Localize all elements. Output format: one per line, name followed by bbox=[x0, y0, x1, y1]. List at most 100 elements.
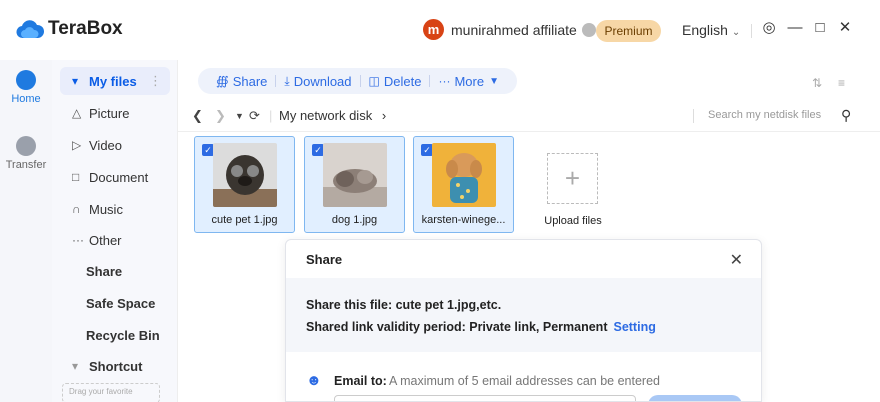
list-view-icon[interactable]: ≡ bbox=[838, 76, 845, 90]
caret-down-icon: ▾ bbox=[72, 359, 79, 373]
video-icon: ▷ bbox=[72, 138, 82, 152]
divider bbox=[751, 24, 752, 38]
caret-down-icon: ▾ bbox=[72, 74, 79, 88]
more-icon: ··· bbox=[438, 74, 451, 88]
file-name[interactable]: dog 1.jpg bbox=[305, 214, 404, 226]
language-label: English bbox=[682, 22, 728, 38]
email-field[interactable] bbox=[334, 395, 636, 401]
dialog-title: Share bbox=[306, 252, 343, 267]
email-hint: A maximum of 5 email addresses can be en… bbox=[389, 374, 660, 388]
other-icon: ··· bbox=[72, 233, 84, 247]
sidebar-item-label: Share bbox=[86, 263, 123, 279]
caret-down-icon: ▼ bbox=[489, 75, 499, 87]
avatar[interactable]: m bbox=[423, 19, 444, 40]
sidebar-item-shortcut[interactable]: ▾ Shortcut bbox=[60, 352, 170, 380]
sidebar-item-label: Picture bbox=[89, 105, 130, 121]
sidebar-item-label: Shortcut bbox=[89, 358, 143, 374]
search-input[interactable]: Search my netdisk files bbox=[708, 109, 821, 121]
plus-icon[interactable]: + bbox=[547, 153, 598, 204]
file-thumbnail bbox=[213, 143, 277, 207]
email-label: Email to: bbox=[334, 374, 387, 388]
sidebar-item-label: My files bbox=[89, 73, 137, 89]
file-name[interactable]: karsten-winege... bbox=[414, 214, 513, 226]
minimize-icon[interactable]: — bbox=[787, 18, 803, 38]
sidebar-item-label: Other bbox=[89, 232, 122, 248]
rail-item-transfer[interactable]: Transfer bbox=[0, 136, 52, 171]
drag-hint-text: Drag your favorite bbox=[69, 387, 133, 396]
premium-button[interactable]: Premium bbox=[596, 20, 661, 42]
sidebar-item-safe-space[interactable]: Safe Space bbox=[60, 289, 170, 317]
close-icon[interactable]: ✕ bbox=[837, 18, 853, 38]
share-file-text: Share this file: cute pet 1.jpg,etc. bbox=[306, 298, 502, 312]
trash-icon: ◫ bbox=[368, 74, 380, 88]
drag-favorite-area[interactable]: Drag your favorite bbox=[62, 383, 160, 402]
close-icon[interactable]: ✕ bbox=[730, 250, 743, 270]
sidebar-item-label: Recycle Bin bbox=[86, 327, 160, 343]
music-icon: ∩ bbox=[72, 202, 81, 216]
username[interactable]: munirahmed affiliate bbox=[451, 22, 577, 38]
file-item[interactable]: ✓ karsten-winege... bbox=[413, 136, 514, 233]
sleeping-dog-image bbox=[323, 143, 387, 207]
left-rail: Home Transfer bbox=[0, 60, 52, 402]
settings-icon[interactable]: ◎ bbox=[761, 18, 777, 38]
history-dropdown-icon[interactable]: ▼ bbox=[235, 111, 244, 121]
rail-item-home[interactable]: Home bbox=[0, 70, 52, 105]
terabox-logo-icon bbox=[16, 20, 44, 39]
refresh-icon[interactable]: ⟳ bbox=[249, 108, 260, 124]
sidebar-item-other[interactable]: ··· Other bbox=[60, 226, 170, 254]
app-name: TeraBox bbox=[48, 18, 123, 39]
sidebar-item-label: Video bbox=[89, 137, 123, 153]
delete-button[interactable]: ◫ Delete bbox=[361, 74, 430, 89]
sidebar-item-video[interactable]: ▷ Video bbox=[60, 131, 170, 159]
maximize-icon[interactable]: □ bbox=[812, 18, 828, 38]
download-label: Download bbox=[293, 73, 352, 89]
sort-icon[interactable]: ⇅ bbox=[812, 76, 822, 90]
sidebar-item-picture[interactable]: △ Picture bbox=[60, 99, 170, 127]
file-thumbnail bbox=[323, 143, 387, 207]
more-options-icon[interactable]: ⋮ bbox=[149, 73, 162, 89]
language-selector[interactable]: English ⌄ bbox=[682, 22, 740, 38]
more-button[interactable]: ··· More ▼ bbox=[430, 74, 507, 89]
rail-label: Home bbox=[11, 93, 41, 105]
upload-files-tile[interactable]: + Upload files bbox=[525, 136, 621, 233]
sidebar-item-label: Document bbox=[89, 169, 149, 185]
validity-text: Shared link validity period: Private lin… bbox=[306, 320, 656, 334]
sidebar-item-share[interactable]: Share bbox=[60, 257, 170, 285]
divider: | bbox=[269, 108, 273, 123]
file-item[interactable]: ✓ dog 1.jpg bbox=[304, 136, 405, 233]
breadcrumb-item[interactable]: My network disk bbox=[279, 108, 372, 123]
user-profile[interactable]: m munirahmed affiliate bbox=[423, 19, 596, 40]
document-icon: □ bbox=[72, 170, 80, 184]
more-label: More bbox=[454, 73, 485, 89]
back-icon[interactable]: ❮ bbox=[192, 108, 203, 124]
divider bbox=[693, 109, 694, 123]
transfer-icon bbox=[16, 136, 36, 156]
add-user-icon: ☻ bbox=[306, 372, 322, 389]
path-bar: ❮ ❯ ▼ ⟳ | My network disk › Search my ne… bbox=[178, 100, 880, 132]
share-dialog: Share ✕ Share this file: cute pet 1.jpg,… bbox=[285, 239, 762, 402]
sidebar-item-document[interactable]: □ Document bbox=[60, 163, 170, 191]
file-name[interactable]: cute pet 1.jpg bbox=[195, 214, 294, 226]
sidebar: ▾ My files ⋮ △ Picture ▷ Video □ Documen… bbox=[52, 60, 178, 402]
search-icon[interactable]: ⚲ bbox=[841, 107, 851, 124]
file-thumbnail bbox=[432, 143, 496, 207]
breadcrumb[interactable]: My network disk › bbox=[279, 108, 386, 123]
app-logo: TeraBox bbox=[16, 18, 123, 40]
delete-label: Delete bbox=[383, 73, 422, 89]
share-info-panel: Share this file: cute pet 1.jpg,etc. Sha… bbox=[286, 278, 761, 352]
validity-label: Shared link validity period: Private lin… bbox=[306, 320, 608, 334]
share-button[interactable]: ∰ Share bbox=[208, 74, 275, 89]
upload-label: Upload files bbox=[544, 215, 602, 227]
forward-icon[interactable]: ❯ bbox=[215, 108, 226, 124]
send-button[interactable] bbox=[648, 395, 742, 401]
sidebar-item-recycle-bin[interactable]: Recycle Bin bbox=[60, 321, 170, 349]
download-button[interactable]: ⤓ Download bbox=[276, 74, 359, 89]
file-toolbar: ∰ Share ⤓ Download ◫ Delete ··· More ▼ bbox=[198, 68, 517, 94]
chevron-down-icon: ⌄ bbox=[731, 27, 741, 38]
file-item[interactable]: ✓ cute pet 1.jpg bbox=[194, 136, 295, 233]
sidebar-item-my-files[interactable]: ▾ My files ⋮ bbox=[60, 67, 170, 95]
setting-link[interactable]: Setting bbox=[613, 320, 655, 334]
poodle-image bbox=[432, 143, 496, 207]
vip-badge-icon bbox=[581, 22, 596, 37]
sidebar-item-music[interactable]: ∩ Music bbox=[60, 195, 170, 223]
